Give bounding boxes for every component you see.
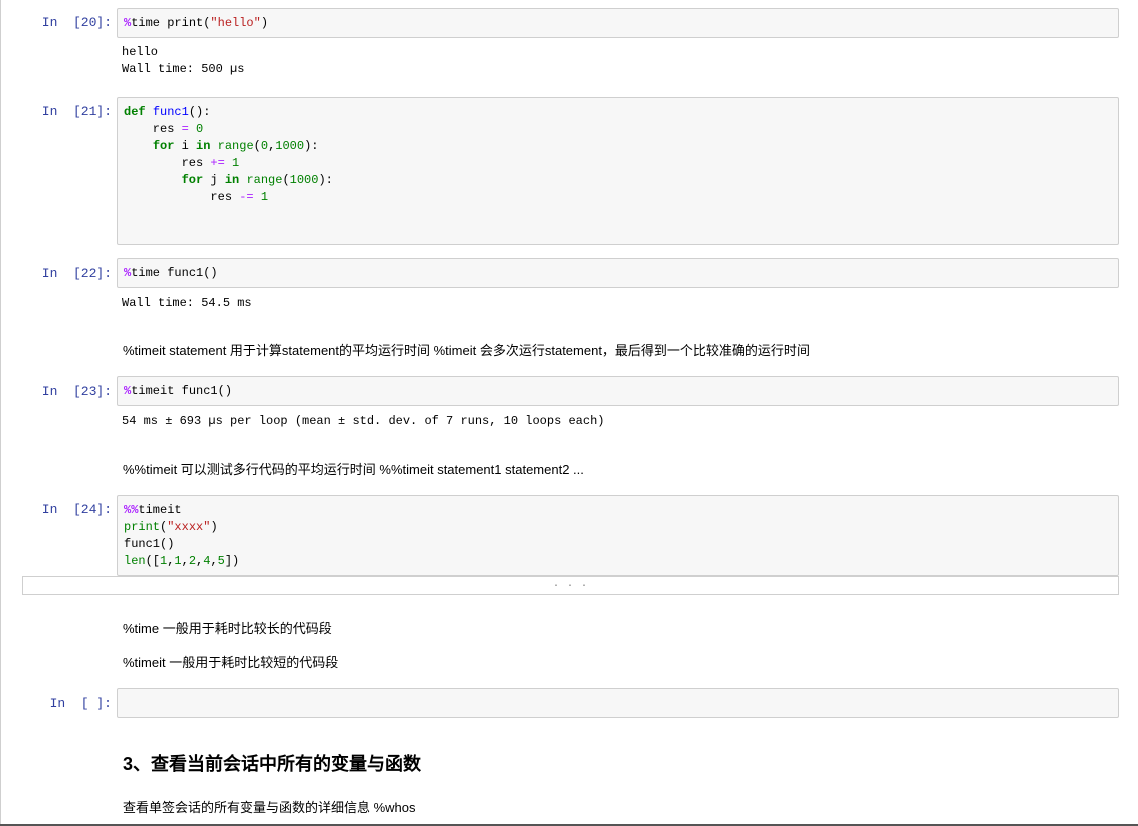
markdown-timeit-description: %timeit statement 用于计算statement的平均运行时间 %… [123, 343, 810, 358]
cell-24-prompt: In [24]: [41, 502, 112, 517]
markdown-whos-note: 查看单签会话的所有变量与函数的详细信息 %whos [123, 800, 416, 815]
markdown-time-note: %time 一般用于耗时比较长的代码段 [123, 621, 332, 636]
cell-20-code[interactable]: %time print("hello") [118, 9, 1118, 32]
cell-20-output: hello Wall time: 500 µs [122, 45, 245, 76]
ellipsis-icon: . . . [552, 579, 588, 590]
cell-21-code[interactable]: def func1(): res = 0 for i in range(0,10… [118, 98, 1118, 206]
cell-23-code[interactable]: %timeit func1() [118, 377, 1118, 400]
cell-23-prompt: In [23]: [41, 384, 112, 399]
cell-22-code[interactable]: %time func1() [118, 259, 1118, 282]
page-left-border [0, 0, 1, 826]
cell-21-prompt: In [21]: [41, 104, 112, 119]
cell-21-input[interactable]: def func1(): res = 0 for i in range(0,10… [117, 97, 1119, 245]
markdown-cell-timeit-description: %%timeit 可以测试多行代码的平均运行时间 %%timeit statem… [123, 462, 584, 477]
cell-22-prompt: In [22]: [41, 266, 112, 281]
cell-23-input[interactable]: %timeit func1() [117, 376, 1119, 406]
cell-20-input[interactable]: %time print("hello") [117, 8, 1119, 38]
cell-22-output: Wall time: 54.5 ms [122, 296, 252, 310]
section-heading: 3、查看当前会话中所有的变量与函数 [123, 754, 422, 774]
cell-24-input[interactable]: %%timeit print("xxxx") func1() len([1,1,… [117, 495, 1119, 576]
collapsed-output-toggle[interactable]: . . . [22, 576, 1119, 595]
cell-empty-prompt: In [ ]: [49, 696, 112, 711]
markdown-timeit-note: %timeit 一般用于耗时比较短的代码段 [123, 655, 339, 670]
cell-23-output: 54 ms ± 693 µs per loop (mean ± std. dev… [122, 414, 605, 428]
cell-20-prompt: In [20]: [41, 15, 112, 30]
cell-empty-input[interactable] [117, 688, 1119, 718]
cell-24-code[interactable]: %%timeit print("xxxx") func1() len([1,1,… [118, 496, 1118, 570]
cell-22-input[interactable]: %time func1() [117, 258, 1119, 288]
